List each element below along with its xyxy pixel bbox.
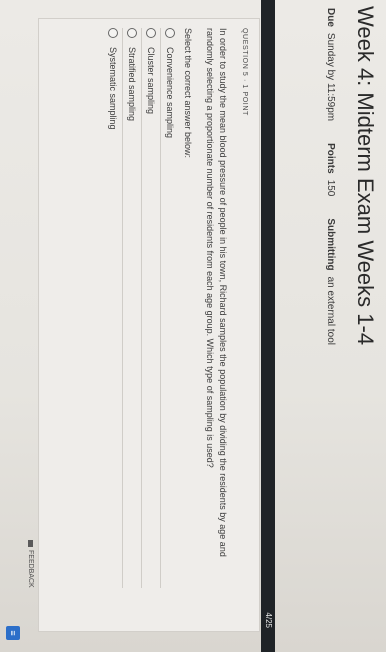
due-info: Due Sunday by 11:59pm (325, 8, 336, 121)
feedback-icon (28, 540, 33, 547)
list-icon[interactable]: ≡ (6, 626, 20, 640)
feedback-label: FEEDBACK (27, 550, 34, 588)
exam-page: Week 4: Midterm Exam Weeks 1-4 Due Sunday… (0, 0, 386, 652)
option-label: Cluster sampling (146, 47, 156, 115)
radio-icon[interactable] (165, 28, 175, 38)
answer-prompt: Select the correct answer below: (183, 28, 193, 159)
due-value: Sunday by 11:59pm (325, 32, 336, 122)
answer-option-systematic[interactable]: Systematic sampling (105, 28, 121, 588)
answer-option-cluster[interactable]: Cluster sampling (143, 28, 159, 588)
question-text: In order to study the mean blood pressur… (205, 28, 228, 557)
feedback-button[interactable]: FEEDBACK (27, 540, 34, 588)
submitting-label: Submitting (325, 218, 336, 271)
radio-icon[interactable] (127, 28, 137, 38)
assignment-meta: Due Sunday by 11:59pm Points 150 Submittin… (325, 8, 336, 345)
option-divider (122, 28, 123, 588)
points-info: Points 150 (325, 143, 336, 196)
submitting-value: an external tool (325, 276, 336, 345)
option-divider (160, 28, 161, 588)
submitting-info: Submitting an external tool (325, 218, 336, 345)
progress-banner: 4/25 (261, 0, 275, 652)
option-label: Stratified sampling (127, 47, 137, 122)
points-value: 150 (325, 179, 336, 197)
answer-option-convenience[interactable]: Convenience sampling (162, 28, 178, 588)
points-label: Points (325, 143, 336, 174)
question-label: QUESTION 5 · 1 POINT (241, 28, 248, 116)
radio-icon[interactable] (146, 28, 156, 38)
radio-icon[interactable] (108, 28, 118, 38)
page-title: Week 4: Midterm Exam Weeks 1-4 (353, 6, 378, 346)
option-label: Systematic sampling (108, 47, 118, 130)
question-count: 4/25 (264, 612, 273, 628)
option-divider (141, 28, 142, 588)
answer-option-stratified[interactable]: Stratified sampling (124, 28, 140, 588)
due-label: Due (325, 8, 336, 27)
option-label: Convenience sampling (165, 47, 175, 139)
